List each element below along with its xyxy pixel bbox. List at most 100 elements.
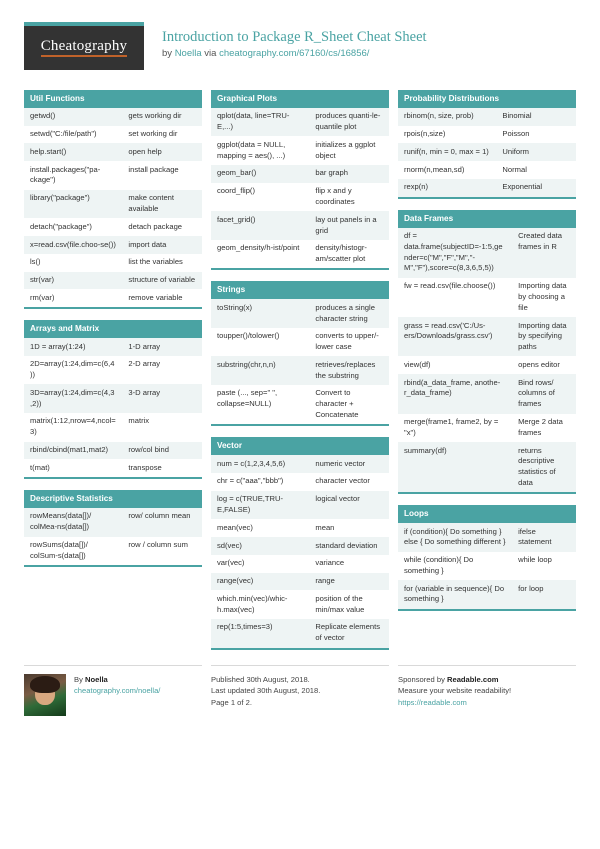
row-value: install package	[122, 161, 202, 190]
published-date: Published 30th August, 2018.	[211, 674, 310, 684]
row-key: var(vec)	[211, 554, 310, 573]
table-row: substring(chr,n,n) retrieves/replaces the…	[211, 356, 389, 385]
row-value: Poisson	[496, 125, 576, 144]
block-vector: Vector num = c(1,2,3,4,5,6) numeric vector…	[211, 437, 389, 650]
table-row: rep(1:5,times=3) Replicate elements of ve…	[211, 618, 389, 648]
byline-prefix: by	[162, 48, 175, 60]
table-row: view(df) opens editor	[398, 356, 576, 375]
row-key: rbinom(n, size, prob)	[398, 107, 497, 126]
row-key: 2D=array(1:24,dim=c(6,4))	[24, 355, 123, 385]
row-value: variance	[309, 554, 389, 573]
table-row: rbinom(n, size, prob) Binomial	[398, 107, 576, 126]
logo-text: Cheatography	[40, 38, 128, 58]
row-value: position of the min/max value	[309, 590, 389, 619]
page-footer: By Noella cheatography.com/noella/ Publi…	[24, 664, 576, 716]
table-row: rbind/cbind(mat1,mat2) row/col bind	[24, 441, 202, 460]
row-key: rpois(n,size)	[398, 125, 497, 144]
row-key: chr = c("aaa","bbb")	[211, 472, 310, 491]
table-row: rnorm(n,mean,sd) Normal	[398, 161, 576, 179]
table-row: rpois(n,size) Poisson	[398, 125, 576, 144]
row-value: for loop	[512, 580, 576, 609]
row-value: 3-D array	[122, 384, 202, 413]
row-value: row / column sum	[122, 536, 202, 566]
block-data-frames: Data Frames df = data.frame(subjectID=-1:…	[398, 209, 576, 495]
row-value: Importing data by choosing a file	[512, 277, 576, 318]
row-key: view(df)	[398, 356, 513, 375]
table-row: paste (..., sep=" ", collapse=NULL) Conve…	[211, 384, 389, 425]
row-key: install.packages("pa-ckage")	[24, 161, 123, 190]
row-value: logical vector	[309, 490, 389, 520]
row-key: 1D = array(1:24)	[24, 338, 123, 356]
author-profile-link[interactable]: cheatography.com/noella/	[74, 686, 160, 695]
footer-sponsor-column: Sponsored by Readable.com Measure your w…	[398, 664, 576, 709]
row-key: which.min(vec)/whic-h.max(vec)	[211, 590, 310, 619]
block-title: Loops	[398, 505, 576, 524]
block-table: num = c(1,2,3,4,5,6) numeric vector chr = …	[211, 455, 389, 648]
source-url-link[interactable]: cheatography.com/67160/cs/16856/	[219, 48, 369, 59]
row-key: substring(chr,n,n)	[211, 356, 310, 385]
row-value: density/histogr-am/scatter plot	[309, 239, 389, 269]
table-row: while (condition){ Do something } while l…	[398, 551, 576, 581]
block-title: Arrays and Matrix	[24, 320, 202, 339]
table-row: geom_density/h-ist/point density/histogr-…	[211, 239, 389, 269]
block-arrays-and-matrix: Arrays and Matrix 1D = array(1:24) 1-D arr…	[24, 320, 202, 480]
table-row: rm(var) remove variable	[24, 289, 202, 308]
author-info: By Noella cheatography.com/noella/	[74, 674, 160, 698]
row-value: numeric vector	[309, 455, 389, 473]
row-value: row/col bind	[122, 441, 202, 460]
table-row: library("package") make content available	[24, 189, 202, 219]
row-value: bar graph	[309, 164, 389, 183]
row-value: mean	[309, 519, 389, 538]
block-title: Strings	[211, 281, 389, 300]
table-row: detach("package") detach package	[24, 218, 202, 237]
cheatsheet-page: Cheatography Introduction to Package R_S…	[0, 0, 600, 849]
table-row: x=read.csv(file.choo-se()) import data	[24, 236, 202, 254]
row-value: initializes a ggplot object	[309, 136, 389, 165]
footer-dates-column: Published 30th August, 2018. Last update…	[211, 664, 389, 709]
row-key: paste (..., sep=" ", collapse=NULL)	[211, 384, 310, 425]
table-row: coord_flip() flip x and y coordinates	[211, 182, 389, 212]
row-value: range	[309, 572, 389, 591]
sponsor-link[interactable]: https://readable.com	[398, 698, 467, 707]
row-key: facet_grid()	[211, 211, 310, 240]
table-row: which.min(vec)/whic-h.max(vec) position o…	[211, 590, 389, 619]
title-block: Introduction to Package R_Sheet Cheat Sh…	[162, 22, 427, 60]
row-key: for (variable in sequence){ Do something…	[398, 580, 513, 609]
table-row: toupper()/tolower() converts to upper/-lo…	[211, 327, 389, 357]
table-row: rexp(n) Exponential	[398, 178, 576, 197]
row-value: returns descriptive statistics of data	[512, 442, 576, 493]
table-row: range(vec) range	[211, 572, 389, 591]
row-value: gets working dir	[122, 107, 202, 126]
table-row: log = c(TRUE,TRU-E,FALSE) logical vector	[211, 490, 389, 520]
row-value: while loop	[512, 551, 576, 581]
row-value: Merge 2 data frames	[512, 413, 576, 443]
row-value: Importing data by specifying paths	[512, 317, 576, 357]
row-key: rm(var)	[24, 289, 123, 308]
row-value: Binomial	[496, 107, 576, 126]
row-value: Convert to character + Concatenate	[309, 384, 389, 425]
row-key: str(var)	[24, 271, 123, 290]
table-row: var(vec) variance	[211, 554, 389, 573]
author-link[interactable]: Noella	[175, 48, 202, 59]
table-row: toString(x) produces a single character s…	[211, 299, 389, 328]
block-loops: Loops if (condition){ Do something } else…	[398, 505, 576, 611]
page-number: Page 1 of 2.	[211, 698, 252, 708]
row-value: import data	[122, 236, 202, 254]
row-key: num = c(1,2,3,4,5,6)	[211, 455, 310, 473]
row-value: structure of variable	[122, 271, 202, 290]
cheatography-logo[interactable]: Cheatography	[24, 22, 144, 70]
footer-author-name: Noella	[84, 674, 108, 684]
block-table: getwd() gets working dir setwd("C:/file/pa…	[24, 107, 202, 308]
block-table: if (condition){ Do something } else { Do…	[398, 523, 576, 609]
row-value: row/ column mean	[122, 507, 202, 537]
row-key: qplot(data, line=TRU-E,...)	[211, 107, 310, 137]
row-key: while (condition){ Do something }	[398, 551, 513, 581]
row-key: x=read.csv(file.choo-se())	[24, 236, 123, 254]
row-key: 3D=array(1:24,dim=c(4,3,2))	[24, 384, 123, 413]
block-descriptive-statistics: Descriptive Statistics rowMeans(data[])/ …	[24, 490, 202, 568]
row-value: produces a single character string	[309, 299, 389, 328]
row-key: range(vec)	[211, 572, 310, 591]
byline-via: via	[201, 48, 220, 60]
row-key: help.start()	[24, 143, 123, 162]
avatar	[24, 673, 66, 716]
